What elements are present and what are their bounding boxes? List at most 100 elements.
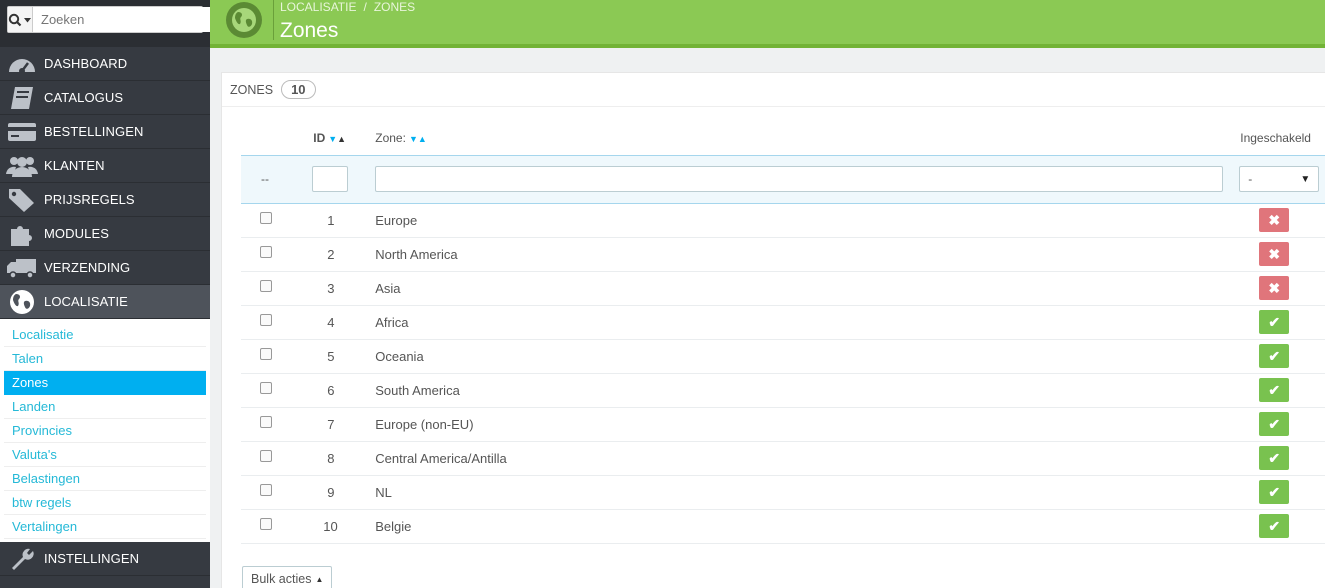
filter-id-input[interactable] (312, 166, 349, 192)
enabled-status-button[interactable]: ✔ (1259, 514, 1290, 538)
nav-label: MODULES (44, 226, 109, 241)
row-checkbox[interactable] (260, 382, 272, 395)
enabled-status-button[interactable]: ✔ (1259, 446, 1290, 470)
row-id: 9 (276, 475, 349, 510)
search-bar (0, 0, 210, 41)
column-header-id[interactable]: ID ▼▲ (276, 121, 348, 155)
breadcrumb-localisatie[interactable]: LOCALISATIE (280, 0, 356, 14)
search-input[interactable] (33, 7, 210, 32)
nav-item-prijsregels[interactable]: PRIJSREGELS (0, 183, 210, 217)
breadcrumb-separator: / (363, 0, 367, 14)
table-row[interactable]: 3 Asia ✖ (241, 271, 1325, 306)
enabled-status-button[interactable]: ✔ (1259, 378, 1290, 402)
enabled-status-button[interactable]: ✔ (1259, 310, 1290, 334)
row-checkbox[interactable] (260, 484, 272, 497)
table-row[interactable]: 4 Africa ✔ (241, 305, 1325, 340)
nav-item-localisatie[interactable]: LOCALISATIE (0, 285, 210, 319)
row-checkbox[interactable] (260, 212, 272, 225)
row-id: 2 (276, 237, 349, 272)
submenu-item-vertalingen[interactable]: Vertalingen (4, 515, 206, 539)
column-label: ID (313, 130, 326, 145)
table-row[interactable]: 1 Europe ✖ (241, 203, 1325, 238)
row-id: 7 (276, 407, 349, 442)
filter-row: -- - ▼ (241, 154, 1325, 204)
check-icon: ✔ (1268, 517, 1281, 534)
close-icon: ✖ (1268, 245, 1281, 262)
sort-icon[interactable]: ▼▲ (328, 134, 346, 144)
submenu-item-provincies[interactable]: Provincies (4, 419, 206, 443)
enabled-status-button[interactable]: ✔ (1259, 480, 1290, 504)
nav-item-bestellingen[interactable]: BESTELLINGEN (0, 115, 210, 149)
disabled-status-button[interactable]: ✖ (1259, 208, 1290, 232)
row-checkbox[interactable] (260, 416, 272, 429)
row-id: 3 (276, 271, 349, 306)
row-zone: Central America/Antilla (348, 441, 1234, 476)
search-type-button[interactable] (8, 7, 33, 32)
submenu-item-landen[interactable]: Landen (4, 395, 206, 419)
submenu-item-belastingen[interactable]: Belastingen (4, 467, 206, 491)
row-zone: NL (348, 475, 1234, 510)
page-title: Zones (280, 19, 339, 42)
table-row[interactable]: 7 Europe (non-EU) ✔ (241, 407, 1325, 442)
truck-icon (0, 256, 44, 280)
nav-item-catalogus[interactable]: CATALOGUS (0, 81, 210, 115)
enabled-status-button[interactable]: ✔ (1259, 344, 1290, 368)
users-icon (0, 154, 44, 178)
nav-item-modules[interactable]: MODULES (0, 217, 210, 251)
select-value: - (1248, 172, 1253, 186)
close-icon: ✖ (1268, 211, 1281, 228)
row-checkbox[interactable] (260, 246, 272, 259)
puzzle-icon (0, 221, 44, 247)
nav-label: VERZENDING (44, 260, 131, 275)
table-row[interactable]: 9 NL ✔ (241, 475, 1325, 510)
bulk-actions-label: Bulk acties (251, 572, 312, 586)
filter-zone-input[interactable] (375, 166, 1224, 192)
table-row[interactable]: 10 Belgie ✔ (241, 509, 1325, 544)
divider (273, 0, 274, 40)
row-zone: Europe (non-EU) (348, 407, 1234, 442)
row-checkbox[interactable] (260, 450, 272, 463)
nav-label: CATALOGUS (44, 90, 124, 105)
caret-down-icon: ▼ (1300, 173, 1311, 185)
sort-icon[interactable]: ▼▲ (409, 134, 427, 144)
table-row[interactable]: 8 Central America/Antilla ✔ (241, 441, 1325, 476)
check-icon: ✔ (1268, 415, 1281, 432)
book-icon (0, 85, 44, 111)
row-checkbox[interactable] (260, 280, 272, 293)
enabled-status-button[interactable]: ✔ (1259, 412, 1290, 436)
panel-heading: ZONES 10 (222, 73, 1325, 107)
check-icon: ✔ (1268, 347, 1281, 364)
nav-item-dashboard[interactable]: DASHBOARD (0, 47, 210, 81)
zones-panel: ZONES 10 ID▼▲ Zone:▼▲ Ingeschakeld -- (221, 72, 1325, 588)
panel-title: ZONES (230, 82, 274, 97)
submenu-item-localisatie[interactable]: Localisatie (4, 323, 206, 347)
wrench-icon (0, 546, 44, 572)
nav-item-instellingen[interactable]: INSTELLINGEN (0, 542, 210, 576)
globe-icon (226, 2, 262, 38)
filter-enabled-select[interactable]: - ▼ (1239, 166, 1320, 192)
row-checkbox[interactable] (260, 314, 272, 327)
bulk-actions-button[interactable]: Bulk acties ▲ (242, 566, 333, 588)
disabled-status-button[interactable]: ✖ (1259, 242, 1290, 266)
nav-item-klanten[interactable]: KLANTEN (0, 149, 210, 183)
row-checkbox[interactable] (260, 518, 272, 531)
nav-label: BESTELLINGEN (44, 124, 144, 139)
table-row[interactable]: 2 North America ✖ (241, 237, 1325, 272)
submenu-item-zones[interactable]: Zones (4, 371, 206, 395)
table-row[interactable]: 5 Oceania ✔ (241, 339, 1325, 374)
search-box (7, 6, 210, 33)
nav-item-verzending[interactable]: VERZENDING (0, 251, 210, 285)
submenu-item-valutas[interactable]: Valuta's (4, 443, 206, 467)
submenu-item-btw-regels[interactable]: btw regels (4, 491, 206, 515)
zones-table: ID ▼▲ Zone: ▼▲ Ingeschakeld -- - ▼ 1 Eur… (241, 121, 1325, 544)
table-row[interactable]: 6 South America ✔ (241, 373, 1325, 408)
disabled-status-button[interactable]: ✖ (1259, 276, 1290, 300)
submenu-item-talen[interactable]: Talen (4, 347, 206, 371)
row-checkbox[interactable] (260, 348, 272, 361)
row-zone: Europe (348, 203, 1234, 238)
breadcrumb-zones: ZONES (373, 0, 416, 14)
globe-icon (0, 288, 44, 316)
row-zone: Africa (348, 305, 1234, 340)
column-header-zone[interactable]: Zone: ▼▲ (348, 121, 1233, 155)
submenu: Localisatie Talen Zones Landen Provincie… (0, 319, 210, 542)
